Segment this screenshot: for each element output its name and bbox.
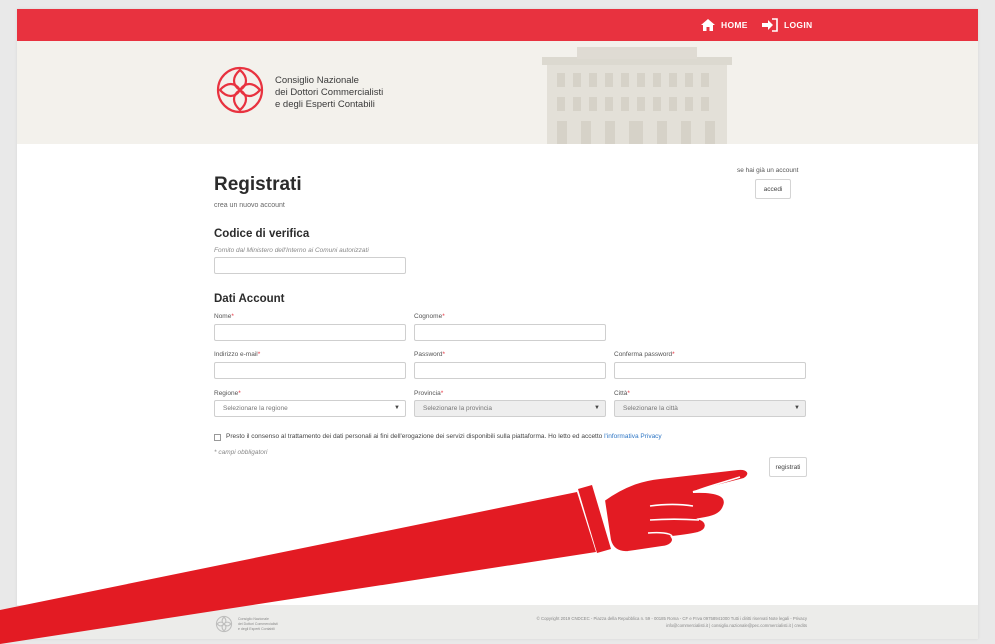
have-account-text: se hai già un account xyxy=(737,167,799,174)
footer-org-line2: dei Dottori Commercialisti xyxy=(238,622,278,626)
verification-section-title: Codice di verifica xyxy=(214,228,310,240)
top-nav-bar: HOME LOGIN xyxy=(17,9,978,41)
password-input[interactable] xyxy=(414,362,606,379)
nome-input[interactable] xyxy=(214,324,406,341)
fad-org-line3: e degli Esperti Contabili xyxy=(411,553,454,558)
fad-credit-text: Corso FAD a cura di: xyxy=(480,517,545,524)
chevron-down-icon: ▼ xyxy=(394,405,400,411)
regione-select-value: Selezionare la regione xyxy=(223,405,288,412)
verification-code-input[interactable] xyxy=(214,257,406,274)
footer-copyright: © Copyright 2019 CNDCEC - Piazza della R… xyxy=(536,616,807,621)
nav-home-link[interactable]: HOME xyxy=(700,17,748,33)
nav-login-link[interactable]: LOGIN xyxy=(761,17,812,33)
citta-select[interactable]: Selezionare la città ▼ xyxy=(614,400,806,417)
footer-org-line1: Consiglio Nazionale xyxy=(238,617,269,621)
verification-hint: Fornito dal Ministero dell'Interno ai Co… xyxy=(214,247,369,254)
nav-login-label: LOGIN xyxy=(784,20,813,30)
email-input[interactable] xyxy=(214,362,406,379)
citta-select-value: Selezionare la città xyxy=(623,405,678,412)
page-frame: HOME LOGIN Consiglio Nazionale dei Dotto… xyxy=(17,9,978,639)
password-label: Password* xyxy=(414,351,446,358)
nome-label: Nome* xyxy=(214,313,234,320)
home-icon xyxy=(701,19,715,31)
account-section-title: Dati Account xyxy=(214,293,285,305)
site-header: Consiglio Nazionale dei Dottori Commerci… xyxy=(17,41,978,144)
citta-label: Città* xyxy=(614,390,630,397)
org-name-line1: Consiglio Nazionale xyxy=(275,75,359,86)
page-subtitle: crea un nuovo account xyxy=(214,202,285,209)
register-button[interactable]: registrati xyxy=(769,457,807,477)
footer-contacts: info@commercialisti.it | consiglio.nazio… xyxy=(666,623,807,628)
privacy-link[interactable]: l'informativa Privacy xyxy=(604,433,662,440)
provincia-label: Provincia* xyxy=(414,390,444,397)
footer-org-line3: e degli Esperti Contabili xyxy=(238,627,275,631)
consent-text: Presto il consenso al trattamento dei da… xyxy=(226,433,662,440)
org-name-line2: dei Dottori Commercialisti xyxy=(275,87,384,98)
login-button[interactable]: accedi xyxy=(755,179,791,199)
regione-select[interactable]: Selezionare la regione ▼ xyxy=(214,400,406,417)
cognome-label: Cognome* xyxy=(414,313,445,320)
nav-home-label: HOME xyxy=(721,20,748,30)
provincia-select[interactable]: Selezionare la provincia ▼ xyxy=(414,400,606,417)
confirm-password-input[interactable] xyxy=(614,362,806,379)
cognome-input[interactable] xyxy=(414,324,606,341)
chevron-down-icon: ▼ xyxy=(794,405,800,411)
footer-logo-icon xyxy=(215,615,233,633)
fad-logo-icon xyxy=(387,540,407,560)
confirm-password-label: Conferma password* xyxy=(614,351,675,358)
building-illustration xyxy=(542,47,732,144)
required-fields-note: * campi obbligatori xyxy=(214,449,268,456)
provincia-select-value: Selezionare la provincia xyxy=(423,405,493,412)
login-icon xyxy=(762,18,778,32)
consent-checkbox[interactable] xyxy=(214,434,221,441)
org-name-line3: e degli Esperti Contabili xyxy=(275,99,375,110)
site-footer: Consiglio Nazionale dei Dottori Commerci… xyxy=(17,605,978,639)
email-label: Indirizzo e-mail* xyxy=(214,351,261,358)
page-title: Registrati xyxy=(214,174,302,195)
cndcec-logo-icon xyxy=(216,66,264,114)
chevron-down-icon: ▼ xyxy=(594,405,600,411)
regione-label: Regione* xyxy=(214,390,241,397)
